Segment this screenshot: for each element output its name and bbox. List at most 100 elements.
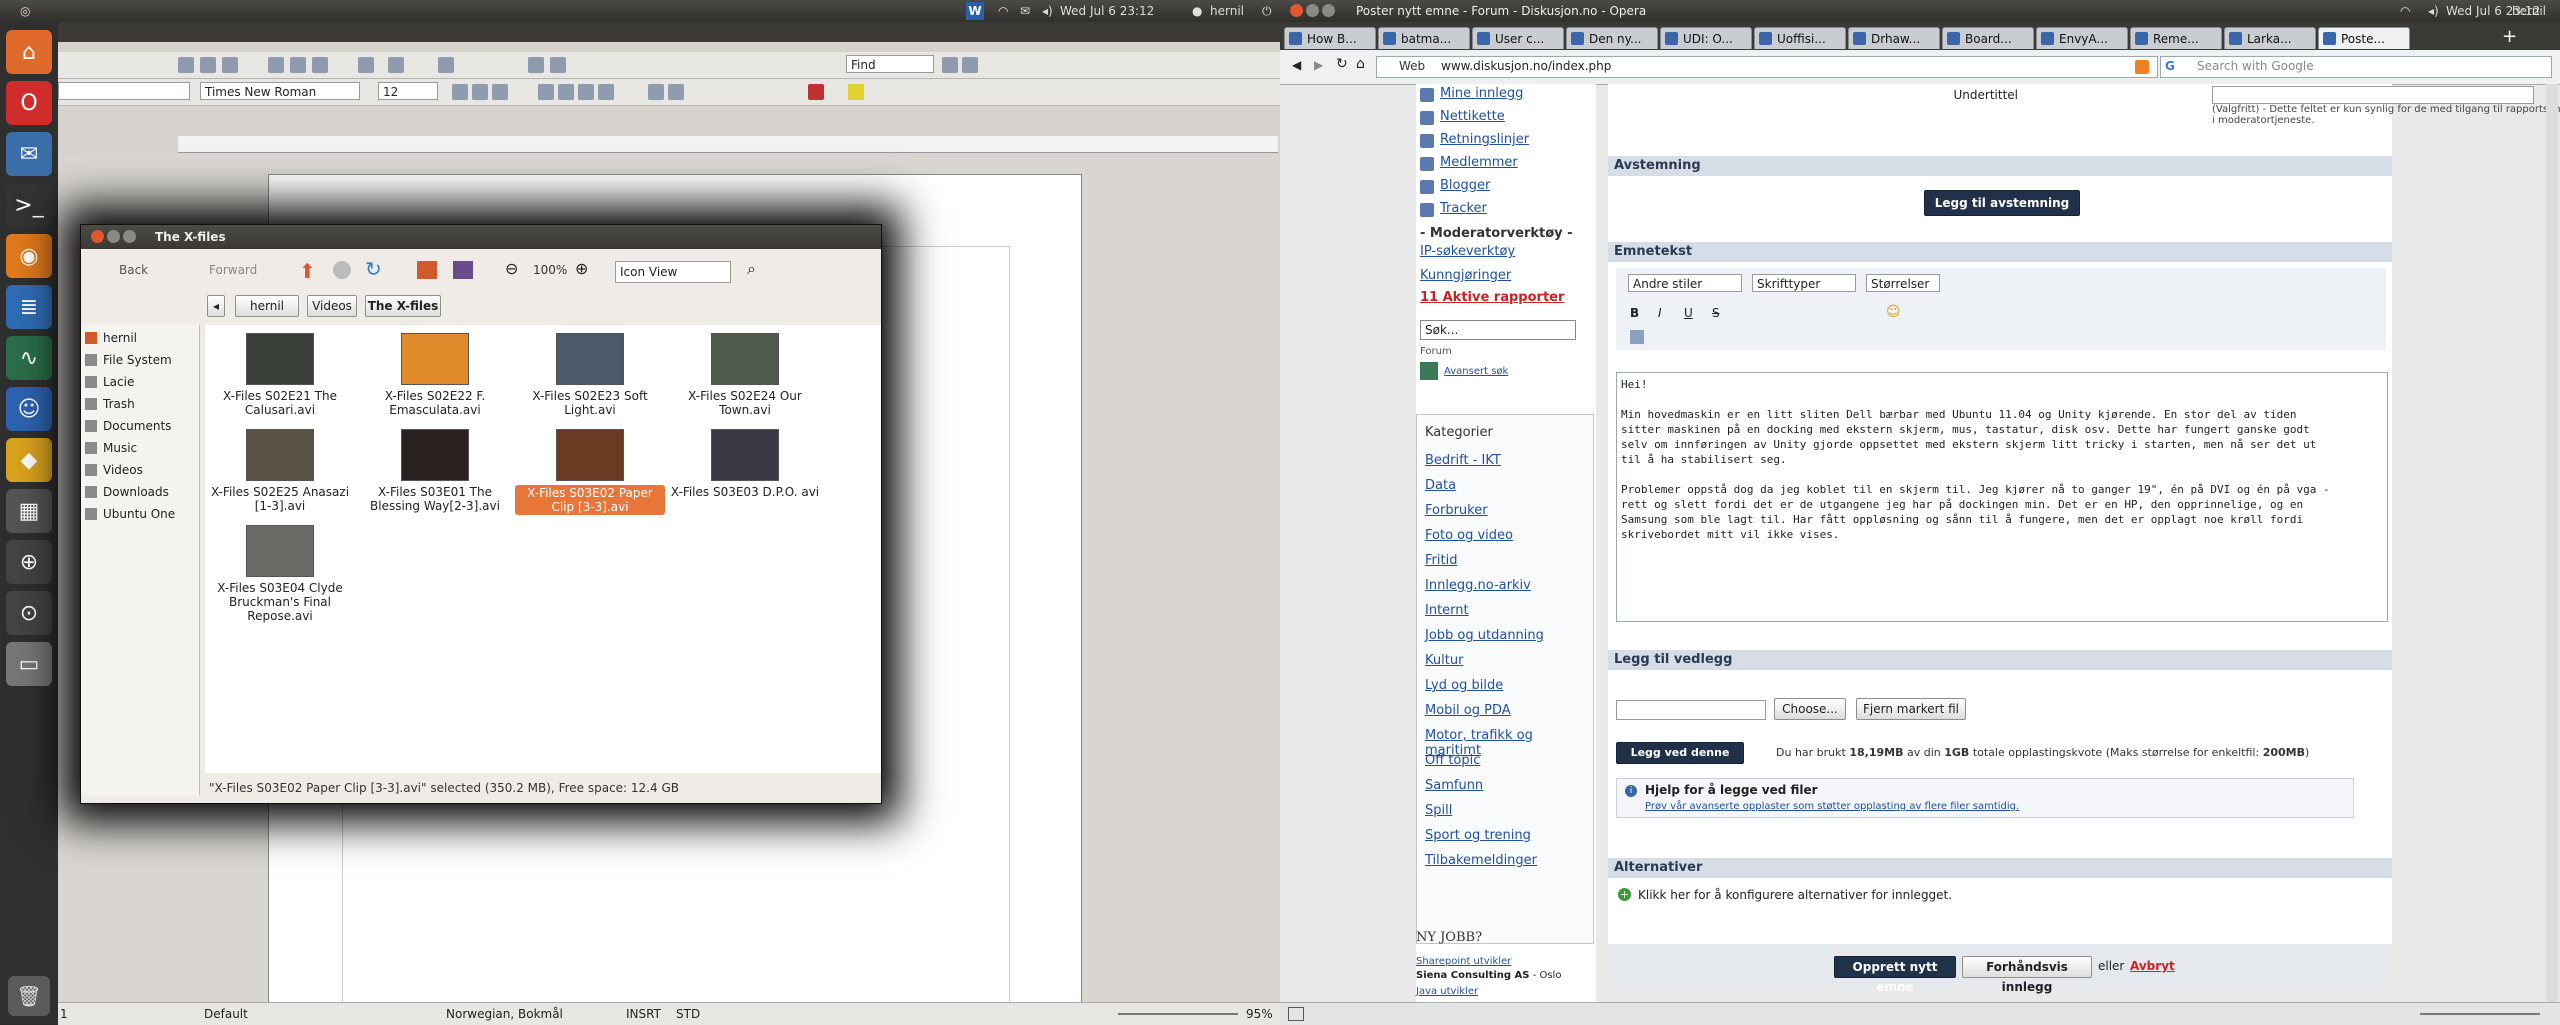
- selection-mode[interactable]: STD: [676, 1007, 700, 1021]
- spellcheck-icon[interactable]: [222, 57, 238, 73]
- table-icon[interactable]: [438, 57, 454, 73]
- sidebar-place-item[interactable]: Documents: [83, 417, 197, 437]
- file-icon-item[interactable]: X-Files S03E02 Paper Clip [3-3].avi: [515, 429, 665, 515]
- zoom-slider[interactable]: [1118, 1013, 1238, 1015]
- page-scrollbar[interactable]: [2546, 84, 2558, 1002]
- smiley-icon[interactable]: ☺: [1886, 304, 1901, 320]
- trash-icon[interactable]: 🗑: [8, 976, 50, 1016]
- strike-icon[interactable]: S: [1712, 306, 1720, 320]
- new-tab-icon[interactable]: +: [2502, 26, 2517, 47]
- system-monitor-icon[interactable]: ∿: [6, 336, 52, 380]
- browser-tab[interactable]: How B...: [1284, 27, 1376, 49]
- category-link[interactable]: Lyd og bilde: [1425, 678, 1585, 693]
- active-reports-link[interactable]: 11 Aktive rapporter: [1420, 290, 1564, 305]
- forum-nav-link[interactable]: Nettikette: [1440, 109, 1505, 124]
- forward-button[interactable]: Forward: [209, 263, 257, 283]
- reload-icon[interactable]: ↻: [1336, 56, 1348, 72]
- browser-tab[interactable]: EnvyA...: [2036, 27, 2128, 49]
- ubuntu-logo-icon[interactable]: ◎: [20, 4, 30, 18]
- category-link[interactable]: Tilbakemeldinger: [1425, 853, 1585, 868]
- forum-nav-link[interactable]: Blogger: [1440, 178, 1490, 193]
- close-window-icon[interactable]: [1290, 4, 1303, 17]
- browser-tab[interactable]: UDI: O...: [1660, 27, 1752, 49]
- forum-nav-link[interactable]: Medlemmer: [1440, 155, 1518, 170]
- terminal-icon[interactable]: >_: [6, 183, 52, 227]
- highlight-icon[interactable]: [848, 84, 864, 100]
- font-family-select[interactable]: Skrifttyper: [1752, 274, 1856, 292]
- libreoffice-writer-icon[interactable]: ≣: [6, 285, 52, 329]
- browser-tab[interactable]: Board...: [1942, 27, 2034, 49]
- sidebar-place-item[interactable]: Lacie: [83, 373, 197, 393]
- maximize-window-icon[interactable]: [1322, 4, 1335, 17]
- minimize-window-icon[interactable]: [1306, 4, 1319, 17]
- home-icon[interactable]: [417, 261, 437, 279]
- advanced-uploader-link[interactable]: Prøv vår avanserte opplaster som støtter…: [1645, 801, 2019, 812]
- applications-icon[interactable]: ⊕: [6, 540, 52, 584]
- insert-mode[interactable]: INSRT: [626, 1007, 661, 1021]
- font-color-icon[interactable]: [808, 84, 824, 100]
- browser-tab[interactable]: Poste...: [2318, 27, 2410, 49]
- wifi-icon[interactable]: ◠: [2400, 4, 2410, 18]
- file-icon-item[interactable]: X-Files S02E25 Anasazi [1-3].avi: [205, 429, 355, 513]
- files-folders-icon[interactable]: ⊙: [6, 591, 52, 635]
- bullets-icon[interactable]: [668, 84, 684, 100]
- sidebar-place-item[interactable]: Music: [83, 439, 197, 459]
- find-next-icon[interactable]: [942, 57, 958, 73]
- choose-file-button[interactable]: Choose...: [1774, 698, 1846, 720]
- back-button[interactable]: Back: [119, 263, 148, 283]
- volume-icon[interactable]: ◂): [1042, 4, 1053, 18]
- category-link[interactable]: Fritid: [1425, 553, 1585, 568]
- bold-icon[interactable]: [452, 84, 468, 100]
- computer-icon[interactable]: [453, 261, 473, 279]
- print-icon[interactable]: [200, 57, 216, 73]
- sidebar-place-item[interactable]: Trash: [83, 395, 197, 415]
- category-link[interactable]: Samfunn: [1425, 778, 1585, 793]
- underline-icon[interactable]: U: [1684, 306, 1693, 320]
- forward-icon[interactable]: ▶: [1314, 58, 1323, 72]
- clock[interactable]: Wed Jul 6 23:12: [1060, 4, 1154, 18]
- forum-nav-link[interactable]: Tracker: [1440, 201, 1487, 216]
- source-icon[interactable]: [1630, 330, 1644, 344]
- copy-icon[interactable]: [290, 57, 306, 73]
- category-link[interactable]: Jobb og utdanning: [1425, 628, 1585, 643]
- address-bar[interactable]: Web www.diskusjon.no/index.php: [1376, 56, 2158, 78]
- file-manager-titlebar[interactable]: The X-files: [81, 225, 881, 249]
- advanced-search-link[interactable]: Avansert søk: [1444, 366, 1508, 377]
- thunderbird-icon[interactable]: ✉: [6, 132, 52, 176]
- add-poll-button[interactable]: Legg til avstemning: [1924, 190, 2080, 216]
- geany-icon[interactable]: ◆: [6, 438, 52, 482]
- file-icon-item[interactable]: X-Files S02E24 Our Town.avi: [670, 333, 820, 417]
- zoom-in-icon[interactable]: ⊕: [575, 259, 588, 278]
- path-button-videos[interactable]: Videos: [307, 295, 357, 317]
- language-indicator[interactable]: Norwegian, Bokmål: [446, 1007, 563, 1021]
- browser-tab[interactable]: Reme...: [2130, 27, 2222, 49]
- file-icon-item[interactable]: X-Files S03E04 Clyde Bruckman's Final Re…: [205, 525, 355, 623]
- empathy-icon[interactable]: ☺: [6, 387, 52, 431]
- align-left-icon[interactable]: [538, 84, 554, 100]
- post-body-textarea[interactable]: Hei! Min hovedmaskin er en litt sliten D…: [1616, 372, 2388, 622]
- paragraph-style-select[interactable]: [58, 82, 190, 100]
- moderator-link[interactable]: IP-søkeverktøy: [1420, 244, 1515, 259]
- up-arrow-icon[interactable]: ⬆: [299, 259, 316, 283]
- italic-icon[interactable]: I: [1658, 306, 1662, 320]
- sidebar-place-item[interactable]: Ubuntu One: [83, 505, 197, 525]
- file-icon-item[interactable]: X-Files S02E21 The Calusari.avi: [205, 333, 355, 417]
- path-button-home[interactable]: hernil: [235, 295, 299, 317]
- maximize-window-icon[interactable]: [123, 230, 136, 243]
- firefox-icon[interactable]: ◉: [6, 234, 52, 278]
- font-size-select[interactable]: 12: [378, 82, 438, 100]
- browser-tab[interactable]: Larka...: [2224, 27, 2316, 49]
- attach-file-button[interactable]: Legg ved denne filen: [1616, 742, 1744, 779]
- page-style[interactable]: Default: [204, 1007, 248, 1021]
- google-icon[interactable]: G: [2165, 59, 2175, 73]
- power-icon[interactable]: ⏻: [1262, 4, 1272, 19]
- paste-icon[interactable]: [312, 57, 328, 73]
- reload-icon[interactable]: ↻: [365, 257, 382, 281]
- category-link[interactable]: Kultur: [1425, 653, 1585, 668]
- view-select[interactable]: Icon View: [615, 261, 731, 283]
- rss-icon[interactable]: [2135, 60, 2149, 74]
- sidebar-place-item[interactable]: Downloads: [83, 483, 197, 503]
- forum-nav-link[interactable]: Retningslinjer: [1440, 132, 1529, 147]
- job-link-1[interactable]: Sharepoint utvikler: [1416, 956, 1511, 967]
- cut-icon[interactable]: [268, 57, 284, 73]
